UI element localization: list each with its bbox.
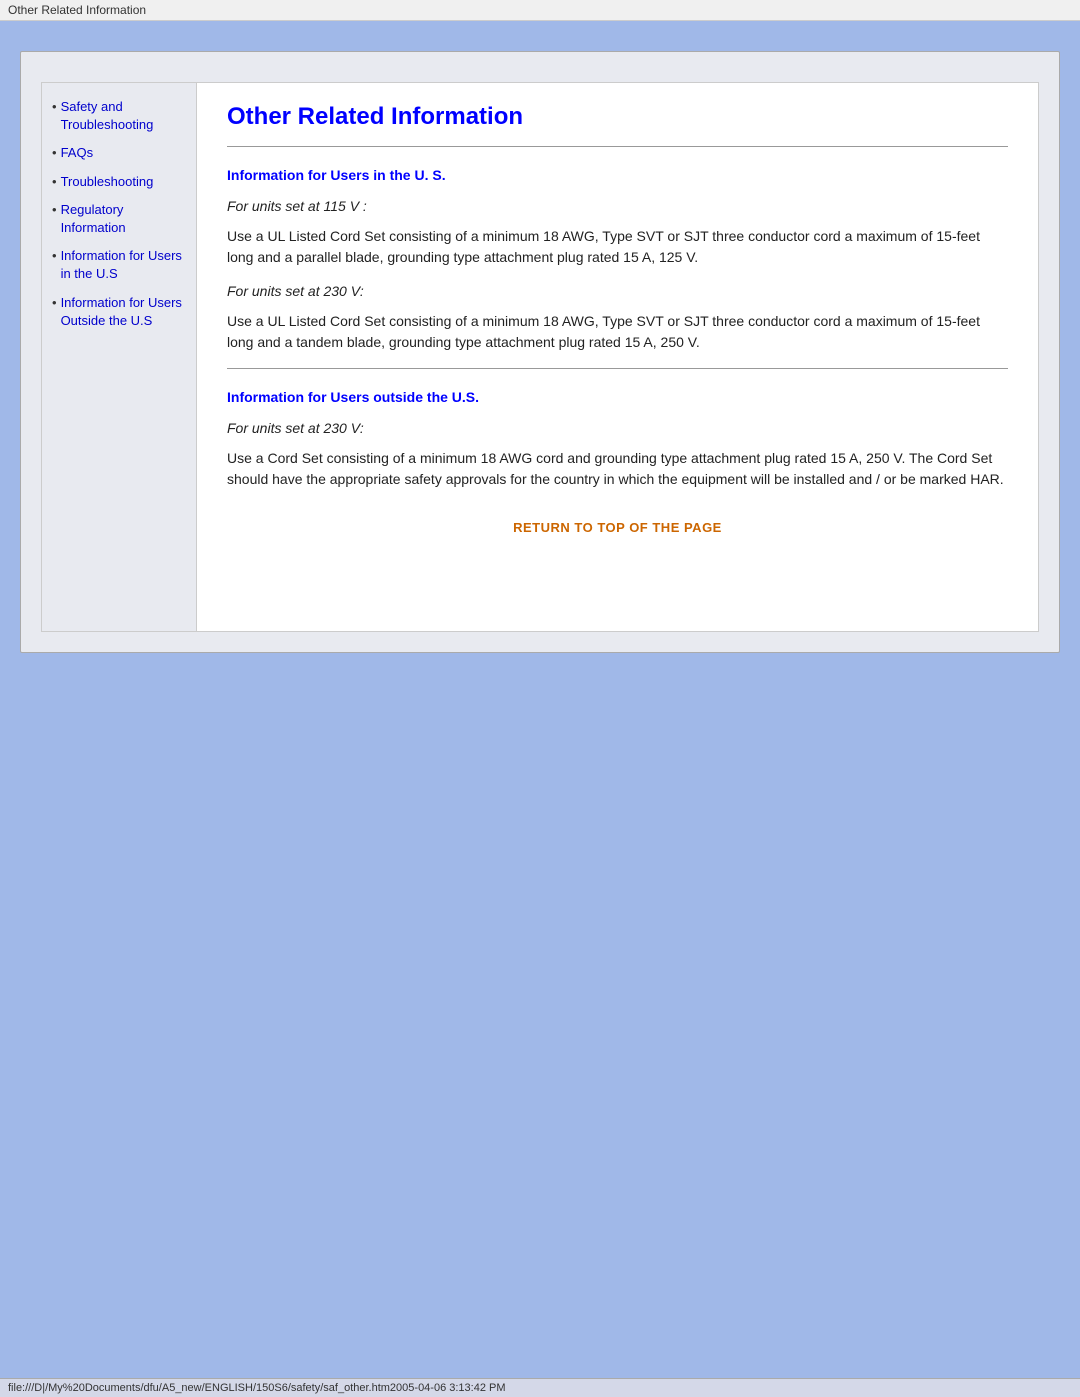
section2-italic1: For units set at 230 V: — [227, 420, 1008, 436]
sidebar-link-users-us[interactable]: Information for Users in the U.S — [61, 247, 186, 283]
status-bar: file:///D|/My%20Documents/dfu/A5_new/ENG… — [0, 1378, 1080, 1397]
sidebar-item-troubleshooting: • Troubleshooting — [52, 173, 186, 195]
title-bar-text: Other Related Information — [8, 3, 146, 17]
sidebar-link-regulatory[interactable]: Regulatory Information — [61, 201, 186, 237]
bullet-icon: • — [52, 145, 57, 160]
bullet-icon: • — [52, 248, 57, 263]
section2-title: Information for Users outside the U.S. — [227, 389, 1008, 405]
sidebar-link-faqs[interactable]: FAQs — [61, 144, 94, 162]
sidebar: • Safety and Troubleshooting • FAQs • Tr… — [42, 83, 197, 631]
sidebar-link-safety[interactable]: Safety and Troubleshooting — [61, 98, 186, 134]
sidebar-link-troubleshooting[interactable]: Troubleshooting — [61, 173, 154, 191]
return-to-top-link[interactable]: RETURN TO TOP OF THE PAGE — [227, 520, 1008, 535]
sidebar-item-regulatory: • Regulatory Information — [52, 201, 186, 241]
bullet-icon: • — [52, 174, 57, 189]
main-content: Other Related Information Information fo… — [197, 83, 1038, 631]
page-title: Other Related Information — [227, 103, 1008, 131]
sidebar-item-users-outside: • Information for Users Outside the U.S — [52, 294, 186, 334]
divider-2 — [227, 368, 1008, 369]
section1-italic2: For units set at 230 V: — [227, 283, 1008, 299]
sidebar-link-users-outside[interactable]: Information for Users Outside the U.S — [61, 294, 186, 330]
section1-title: Information for Users in the U. S. — [227, 167, 1008, 183]
bullet-icon: • — [52, 295, 57, 310]
bullet-icon: • — [52, 202, 57, 217]
divider-1 — [227, 146, 1008, 147]
sidebar-item-users-us: • Information for Users in the U.S — [52, 247, 186, 287]
status-bar-text: file:///D|/My%20Documents/dfu/A5_new/ENG… — [8, 1382, 506, 1394]
section2-body1: Use a Cord Set consisting of a minimum 1… — [227, 448, 1008, 490]
section1-body2: Use a UL Listed Cord Set consisting of a… — [227, 311, 1008, 353]
section1-italic1: For units set at 115 V : — [227, 198, 1008, 214]
title-bar: Other Related Information — [0, 0, 1080, 21]
sidebar-item-safety: • Safety and Troubleshooting — [52, 98, 186, 138]
section1-body1: Use a UL Listed Cord Set consisting of a… — [227, 226, 1008, 268]
sidebar-item-faqs: • FAQs — [52, 144, 186, 166]
bullet-icon: • — [52, 99, 57, 114]
browser-outer: • Safety and Troubleshooting • FAQs • Tr… — [20, 51, 1060, 653]
content-box: • Safety and Troubleshooting • FAQs • Tr… — [41, 82, 1039, 632]
